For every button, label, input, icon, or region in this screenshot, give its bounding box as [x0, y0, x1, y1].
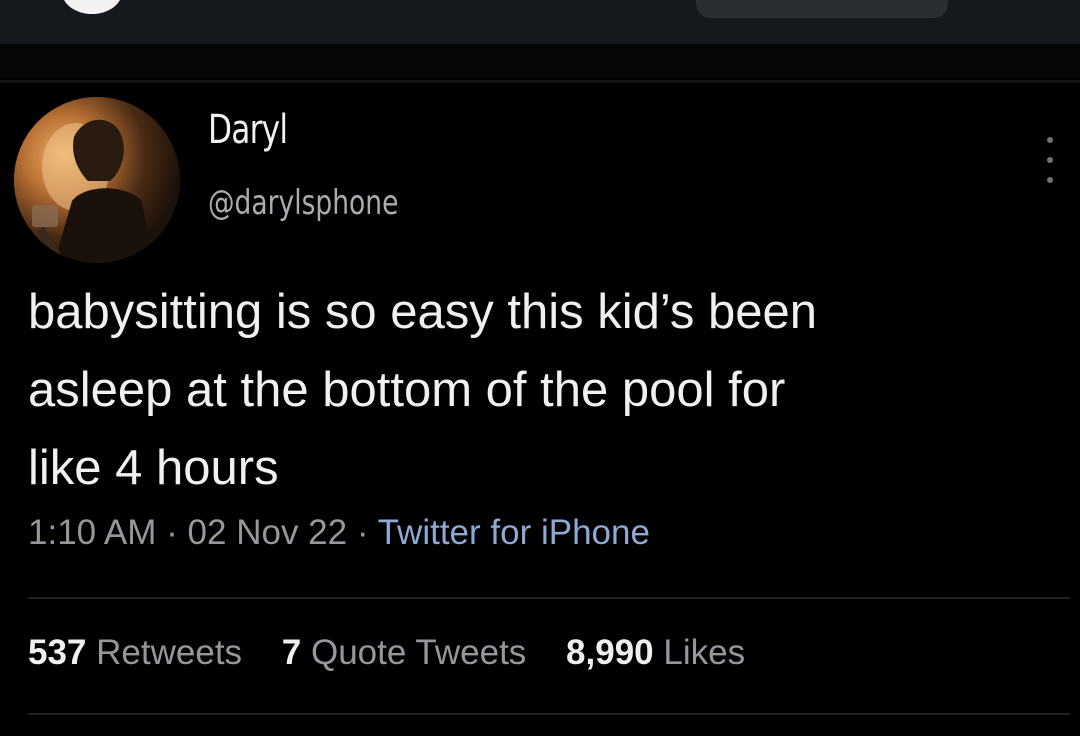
tweet-source-link[interactable]: Twitter for iPhone: [378, 513, 650, 552]
tweet-stats: 537 Retweets 7 Quote Tweets 8,990 Likes: [28, 633, 775, 673]
likes-stat[interactable]: 8,990 Likes: [566, 633, 745, 672]
tweet-text-line: like 4 hours: [28, 441, 279, 495]
tweet-text: babysitting is so easy this kid’s been a…: [28, 273, 1058, 507]
app-top-bar: [0, 0, 1080, 44]
likes-label: Likes: [663, 633, 746, 672]
user-handle[interactable]: @darylsphone: [208, 183, 398, 223]
tweet-date[interactable]: 02 Nov 22: [188, 513, 348, 552]
more-dot: [1047, 177, 1053, 183]
tweet-card: Daryl @darylsphone babysitting is so eas…: [0, 83, 1080, 736]
search-bar[interactable]: [696, 0, 948, 18]
tweet-time[interactable]: 1:10 AM: [28, 513, 156, 552]
meta-separator: ·: [166, 513, 178, 552]
tweet-metadata: 1:10 AM · 02 Nov 22 · Twitter for iPhone: [28, 513, 650, 553]
tweet-text-line: asleep at the bottom of the pool for: [28, 363, 786, 417]
profile-avatar[interactable]: [14, 97, 180, 263]
retweets-count: 537: [28, 633, 87, 672]
meta-separator: ·: [356, 513, 369, 552]
retweets-label: Retweets: [96, 633, 243, 672]
retweets-stat[interactable]: 537 Retweets: [28, 633, 242, 672]
quote-tweets-stat[interactable]: 7 Quote Tweets: [282, 633, 527, 672]
divider: [28, 597, 1070, 599]
profile-photo: [14, 97, 180, 263]
display-name[interactable]: Daryl: [208, 107, 288, 153]
tweet-text-line: babysitting is so easy this kid’s been: [28, 285, 817, 339]
divider: [28, 713, 1070, 715]
more-dot: [1047, 137, 1053, 143]
header-band: [0, 44, 1080, 78]
more-vertical-icon[interactable]: [1040, 137, 1060, 183]
account-avatar[interactable]: [62, 0, 122, 14]
quote-tweets-count: 7: [281, 633, 302, 672]
likes-count: 8,990: [566, 633, 654, 672]
more-dot: [1047, 157, 1053, 163]
quote-tweets-label: Quote Tweets: [310, 633, 527, 672]
